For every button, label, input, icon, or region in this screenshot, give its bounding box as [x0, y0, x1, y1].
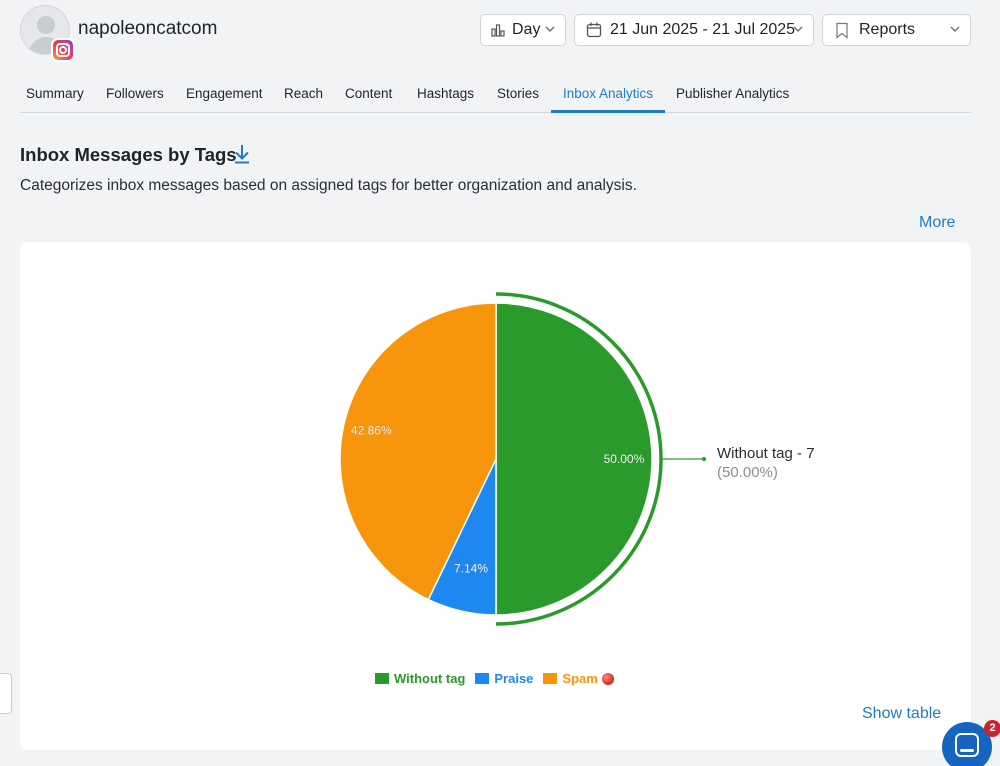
- pie-chart: 50.00% 7.14% 42.86% Without tag - 7 (50.00%): [339, 292, 815, 626]
- legend-label: Without tag: [394, 671, 466, 686]
- more-link[interactable]: More: [919, 214, 955, 232]
- reports-select[interactable]: Reports: [822, 14, 971, 46]
- legend-label: Spam: [562, 671, 598, 686]
- legend-item-without-tag[interactable]: Without tag: [375, 671, 465, 686]
- slice-data-label: 42.86%: [351, 424, 392, 438]
- slice-data-label: 7.14%: [454, 562, 488, 576]
- top-bar: napoleoncatcom Day 21 Jun 2025 - 21 Jul …: [0, 0, 1000, 70]
- download-icon[interactable]: [232, 143, 252, 165]
- tab-reach[interactable]: Reach: [284, 86, 323, 101]
- chart-legend: Without tag Praise Spam: [375, 671, 624, 686]
- tab-bar: Summary Followers Engagement Reach Conte…: [20, 76, 971, 113]
- reports-label: Reports: [859, 21, 916, 38]
- instagram-icon: [51, 38, 75, 62]
- red-circle-icon: [601, 672, 614, 685]
- date-range-picker[interactable]: 21 Jun 2025 - 21 Jul 2025: [574, 14, 814, 46]
- legend-item-praise[interactable]: Praise: [475, 671, 533, 686]
- granularity-select[interactable]: Day: [480, 14, 566, 46]
- tab-content[interactable]: Content: [345, 86, 392, 101]
- tooltip-title: Without tag - 7: [717, 445, 815, 462]
- tab-followers[interactable]: Followers: [106, 86, 164, 101]
- show-table-link[interactable]: Show table: [862, 705, 941, 723]
- legend-swatch: [543, 673, 558, 684]
- tab-publisher-analytics[interactable]: Publisher Analytics: [676, 86, 789, 101]
- active-tab-indicator: [551, 110, 665, 113]
- tooltip-connector-dot: [702, 457, 706, 461]
- chat-icon: [955, 733, 979, 757]
- side-panel-handle[interactable]: [0, 673, 12, 714]
- slice-data-label: 50.00%: [604, 452, 645, 466]
- tab-stories[interactable]: Stories: [497, 86, 539, 101]
- legend-swatch: [475, 673, 490, 684]
- notification-badge: 2: [984, 720, 1000, 737]
- section-title: Inbox Messages by Tags: [20, 144, 237, 165]
- tab-inbox-analytics[interactable]: Inbox Analytics: [563, 86, 653, 101]
- bar-chart-icon: [491, 24, 505, 37]
- tab-summary[interactable]: Summary: [26, 86, 84, 101]
- legend-item-spam[interactable]: Spam: [543, 671, 614, 686]
- legend-label: Praise: [494, 671, 534, 686]
- chevron-down-icon: [950, 26, 960, 32]
- bookmark-icon: [836, 22, 848, 39]
- tooltip-percent: (50.00%): [717, 464, 778, 481]
- legend-swatch: [375, 673, 389, 684]
- section-description: Categorizes inbox messages based on assi…: [20, 177, 637, 194]
- tab-engagement[interactable]: Engagement: [186, 86, 263, 101]
- calendar-icon: [586, 22, 602, 38]
- date-range-label: 21 Jun 2025 - 21 Jul 2025: [610, 21, 796, 38]
- chevron-down-icon: [545, 26, 555, 32]
- chart-card: 50.00% 7.14% 42.86% Without tag - 7 (50.00%)…: [20, 242, 971, 750]
- chevron-down-icon: [793, 26, 803, 32]
- granularity-label: Day: [512, 21, 541, 38]
- tab-hashtags[interactable]: Hashtags: [417, 86, 474, 101]
- account-name: napoleoncatcom: [78, 18, 218, 39]
